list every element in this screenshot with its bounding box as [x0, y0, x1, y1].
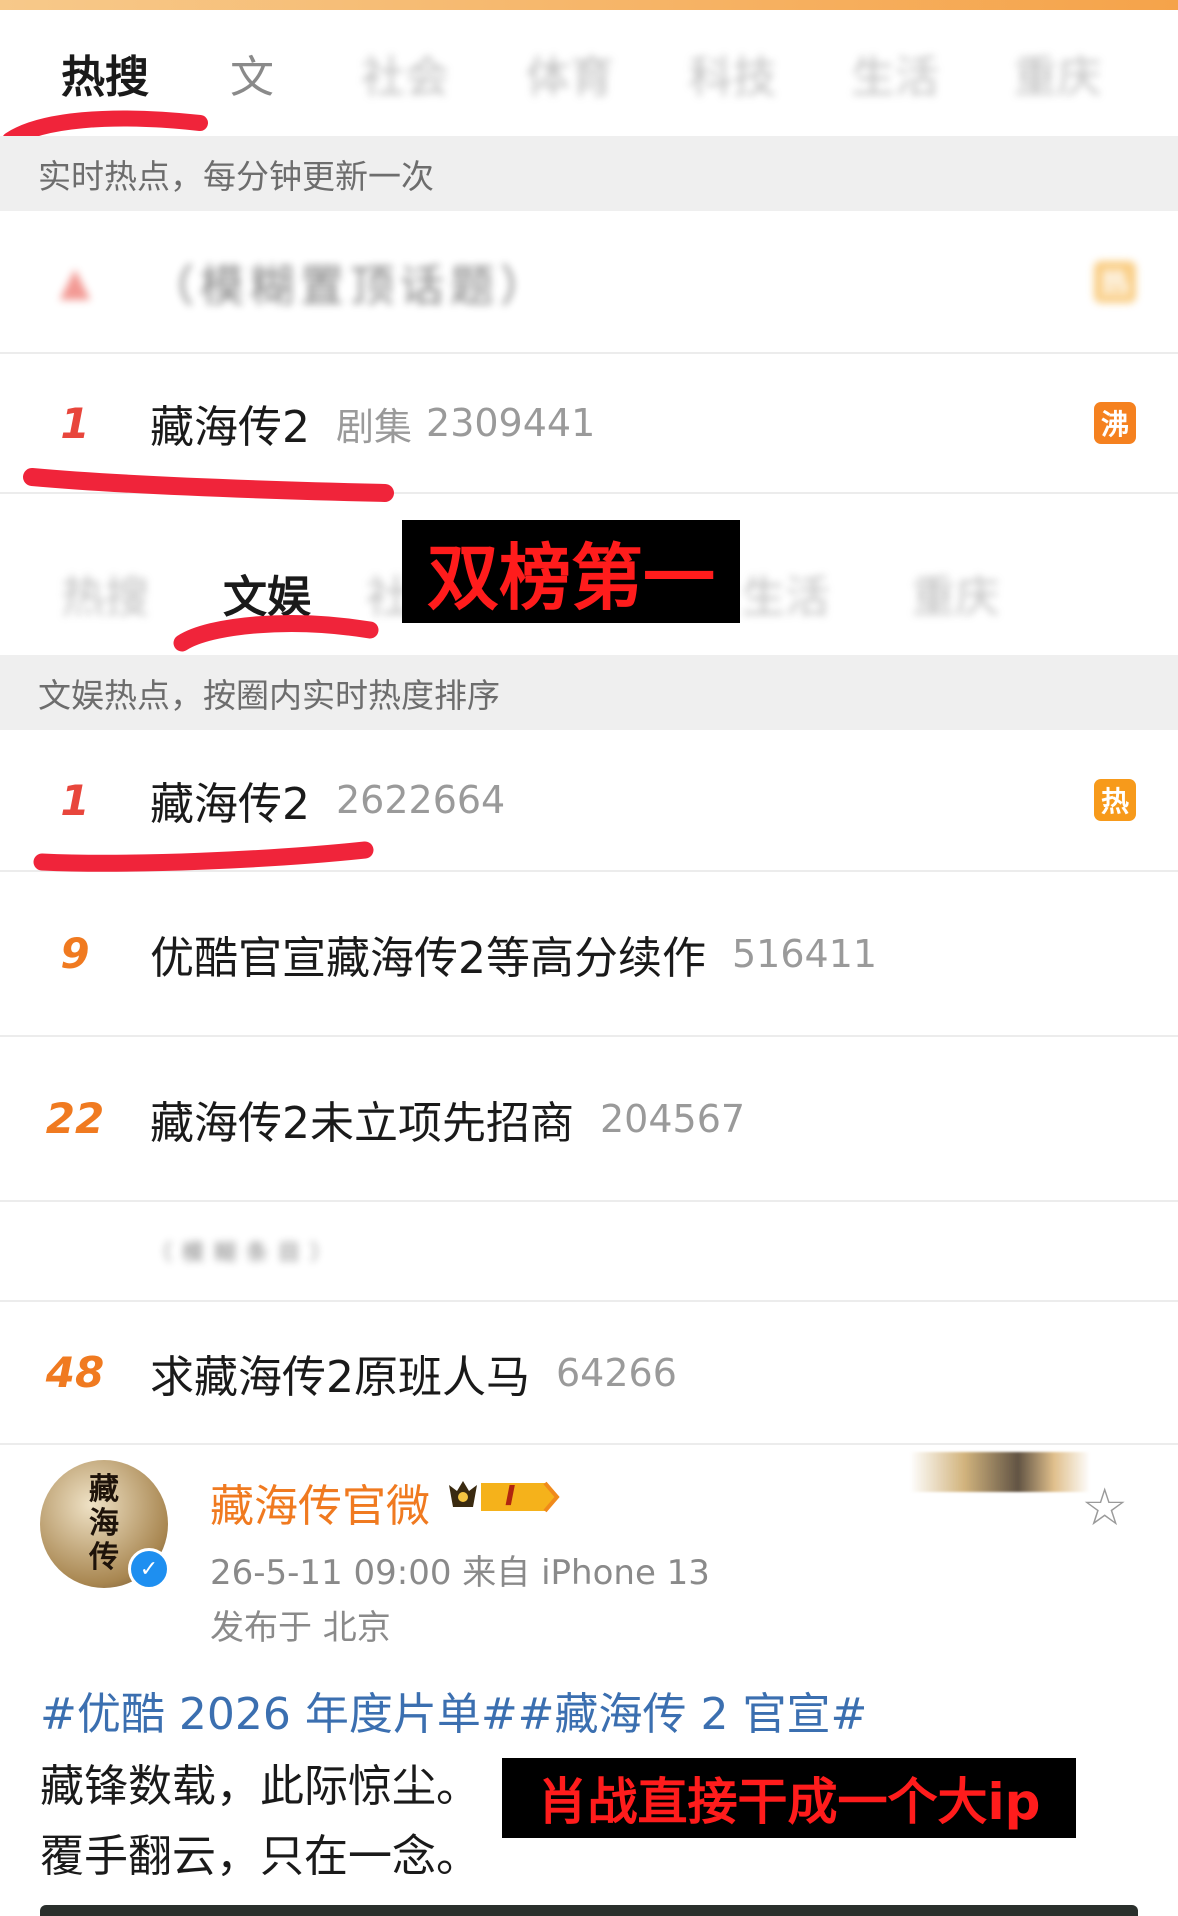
rank-number: 48	[45, 1348, 105, 1397]
tab2-city[interactable]: 重庆	[873, 561, 1038, 625]
topic-heat: 2622664	[336, 778, 506, 822]
post-username[interactable]: 藏海传官微	[210, 1470, 430, 1534]
topic-heat: 516411	[732, 931, 878, 976]
ent-row-blurred[interactable]: （模糊条目）	[0, 1202, 1178, 1302]
star-outline-icon[interactable]: ☆	[1081, 1478, 1128, 1538]
rank-number: 1	[60, 398, 90, 448]
topic-title: 求藏海传2原班人马	[150, 1351, 530, 1403]
ent-row-1[interactable]: 1 藏海传2 2622664 热	[0, 730, 1178, 872]
vip-level: I	[505, 1479, 516, 1512]
rank-number: 9	[60, 929, 90, 978]
tab-bar-top: 热搜 文 社会 体育 科技 生活 重庆	[0, 15, 1178, 130]
vip-icon[interactable]: I	[445, 1477, 565, 1517]
tab-hot-search[interactable]: 热搜	[0, 41, 210, 105]
post-time-source: 26-5-11 09:00 来自 iPhone 13	[210, 1553, 710, 1593]
rank-number: 22	[45, 1094, 105, 1143]
callout-double-rank: 双榜第一	[402, 520, 740, 623]
pinned-title: （模糊置顶话题）	[150, 260, 550, 312]
tab-society[interactable]: 社会	[320, 41, 490, 105]
topic-category: 剧集	[336, 404, 413, 449]
avatar-text: 藏海传	[89, 1472, 119, 1575]
tab-city[interactable]: 重庆	[975, 41, 1140, 105]
ent-subtitle: 文娱热点，按圈内实时热度排序	[38, 675, 500, 715]
ent-subtitle-bar: 文娱热点，按圈内实时热度排序	[0, 655, 1178, 730]
post-hashtags[interactable]: #优酷 2026 年度片单##藏海传 2 官宣#	[40, 1678, 867, 1742]
tab-entertainment[interactable]: 文	[210, 41, 320, 105]
tab-life[interactable]: 生活	[815, 41, 975, 105]
pinned-icon: ▲	[59, 258, 91, 305]
topic-title: （模糊条目）	[150, 1241, 343, 1266]
ent-row-4[interactable]: 48 求藏海传2原班人马 64266	[0, 1302, 1178, 1445]
boil-badge: 沸	[1094, 402, 1136, 444]
rank-number: 1	[60, 775, 90, 825]
topic-title: 藏海传2未立项先招商	[150, 1097, 574, 1149]
hot-subtitle: 实时热点，每分钟更新一次	[38, 156, 434, 196]
next-post-media-edge	[40, 1905, 1138, 1916]
top-status-strip	[0, 0, 1178, 10]
topic-heat: 64266	[556, 1350, 677, 1395]
post-thumbnail-strip	[910, 1452, 1090, 1492]
pinned-row[interactable]: ▲ （模糊置顶话题） 热	[0, 211, 1178, 354]
tab-sports[interactable]: 体育	[490, 41, 650, 105]
ent-row-2[interactable]: 9 优酷官宣藏海传2等高分续作 516411	[0, 872, 1178, 1037]
post-location: 发布于 北京	[210, 1608, 391, 1648]
tab-tech[interactable]: 科技	[650, 41, 815, 105]
verified-icon: ✓	[128, 1548, 170, 1590]
topic-heat: 2309441	[426, 401, 596, 445]
post-line-1: 藏锋数载，此际惊尘。	[40, 1761, 480, 1812]
post-line-2: 覆手翻云，只在一念。	[40, 1831, 480, 1882]
topic-title: 藏海传2	[150, 402, 310, 453]
hot-badge: 热	[1094, 779, 1136, 821]
pinned-badge: 热	[1094, 260, 1136, 303]
topic-heat: 204567	[600, 1096, 746, 1141]
topic-title: 藏海传2	[150, 779, 310, 830]
tab2-entertainment[interactable]: 文娱	[210, 561, 338, 625]
hot-row-1[interactable]: 1 藏海传2 剧集 2309441 沸	[0, 354, 1178, 494]
tab2-hot-search[interactable]: 热搜	[0, 561, 210, 625]
callout-big-ip: 肖战直接干成一个大ip	[502, 1758, 1076, 1838]
hot-subtitle-bar: 实时热点，每分钟更新一次	[0, 136, 1178, 211]
ent-row-3[interactable]: 22 藏海传2未立项先招商 204567	[0, 1037, 1178, 1202]
topic-title: 优酷官宣藏海传2等高分续作	[150, 932, 706, 984]
